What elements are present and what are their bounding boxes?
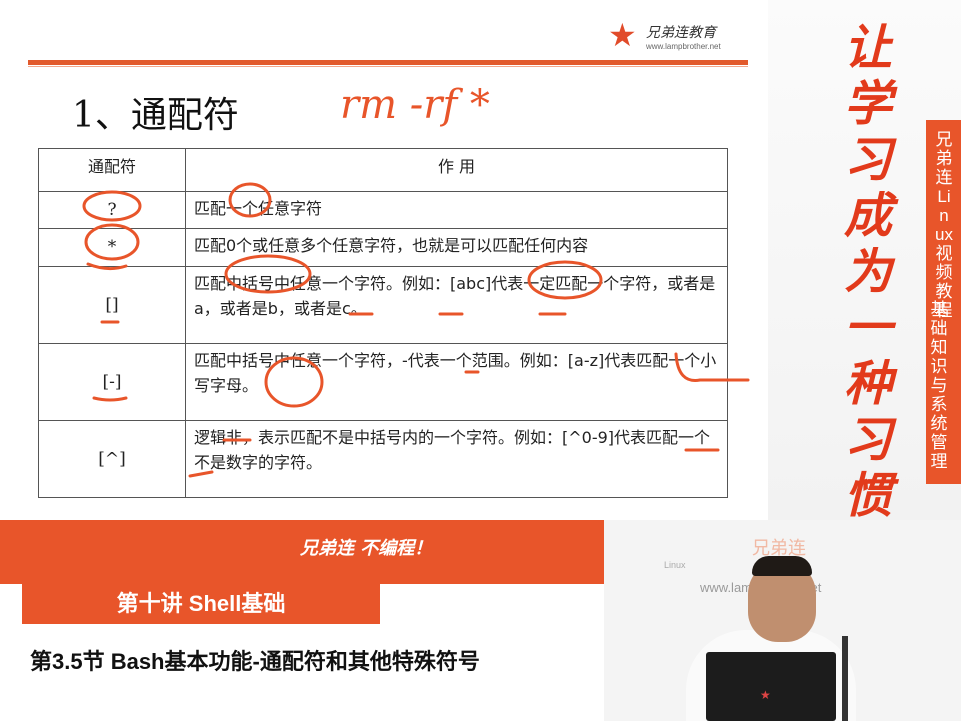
wildcard-description: 匹配中括号中任意一个字符。例如：[abc]代表一定匹配一个字符，或者是a，或者是… bbox=[185, 266, 728, 344]
microphone-stand bbox=[842, 636, 848, 721]
star-logo-icon: ★ bbox=[608, 16, 637, 54]
brand-url: www.lampbrother.net bbox=[646, 42, 721, 51]
monitor-logo-icon: ★ bbox=[760, 688, 771, 702]
table-row: [] 匹配中括号中任意一个字符。例如：[abc]代表一定匹配一个字符，或者是a，… bbox=[38, 266, 728, 344]
course-name: 兄弟连Linux视频教程 bbox=[935, 130, 953, 320]
wildcard-table: 通配符 作 用 ? 匹配一个任意字符 * 匹配0个或任意多个任意字符，也就是可以… bbox=[38, 148, 728, 498]
lecture-title: 第十讲 Shell基础 bbox=[22, 584, 380, 624]
wildcard-symbol: [] bbox=[38, 266, 186, 344]
brand-name: 兄弟连教育 bbox=[646, 25, 716, 41]
wildcard-description: 匹配一个任意字符 bbox=[185, 191, 728, 229]
cam-linux-label: Linux bbox=[664, 560, 686, 570]
wildcard-description: 逻辑非，表示匹配不是中括号内的一个字符。例如：[^0-9]代表匹配一个不是数字的… bbox=[185, 420, 728, 498]
section-title: 第3.5节 Bash基本功能-通配符和其他特殊符号 bbox=[30, 649, 480, 674]
wildcard-symbol: * bbox=[38, 228, 186, 267]
table-row: [-] 匹配中括号中任意一个字符，-代表一个范围。例如：[a-z]代表匹配一个小… bbox=[38, 343, 728, 421]
header-rule bbox=[28, 60, 748, 65]
header-rule-thin bbox=[28, 66, 748, 67]
wildcard-description: 匹配中括号中任意一个字符，-代表一个范围。例如：[a-z]代表匹配一个小写字母。 bbox=[185, 343, 728, 421]
footer-tagline: 兄弟连 不编程！ bbox=[300, 538, 433, 559]
presenter-hair bbox=[752, 556, 812, 576]
wildcard-symbol: ? bbox=[38, 191, 186, 229]
monitor-back bbox=[706, 652, 836, 721]
table-row: * 匹配0个或任意多个任意字符，也就是可以匹配任何内容 bbox=[38, 228, 728, 267]
brand-logo: ★ 兄弟连教育 www.lampbrother.net bbox=[608, 18, 748, 56]
course-topic: 基础知识与系统管理 bbox=[930, 300, 948, 471]
wildcard-symbol: [^] bbox=[38, 420, 186, 498]
header-usage: 作 用 bbox=[185, 148, 728, 192]
slogan-text: 让学习成为一种习惯 bbox=[843, 20, 892, 524]
wildcard-description: 匹配0个或任意多个任意字符，也就是可以匹配任何内容 bbox=[185, 228, 728, 267]
header-wildcard: 通配符 bbox=[38, 148, 186, 192]
table-row: ? 匹配一个任意字符 bbox=[38, 191, 728, 229]
slide-title: 1、通配符 bbox=[72, 95, 239, 136]
wildcard-symbol: [-] bbox=[38, 343, 186, 421]
table-row: [^] 逻辑非，表示匹配不是中括号内的一个字符。例如：[^0-9]代表匹配一个不… bbox=[38, 420, 728, 498]
